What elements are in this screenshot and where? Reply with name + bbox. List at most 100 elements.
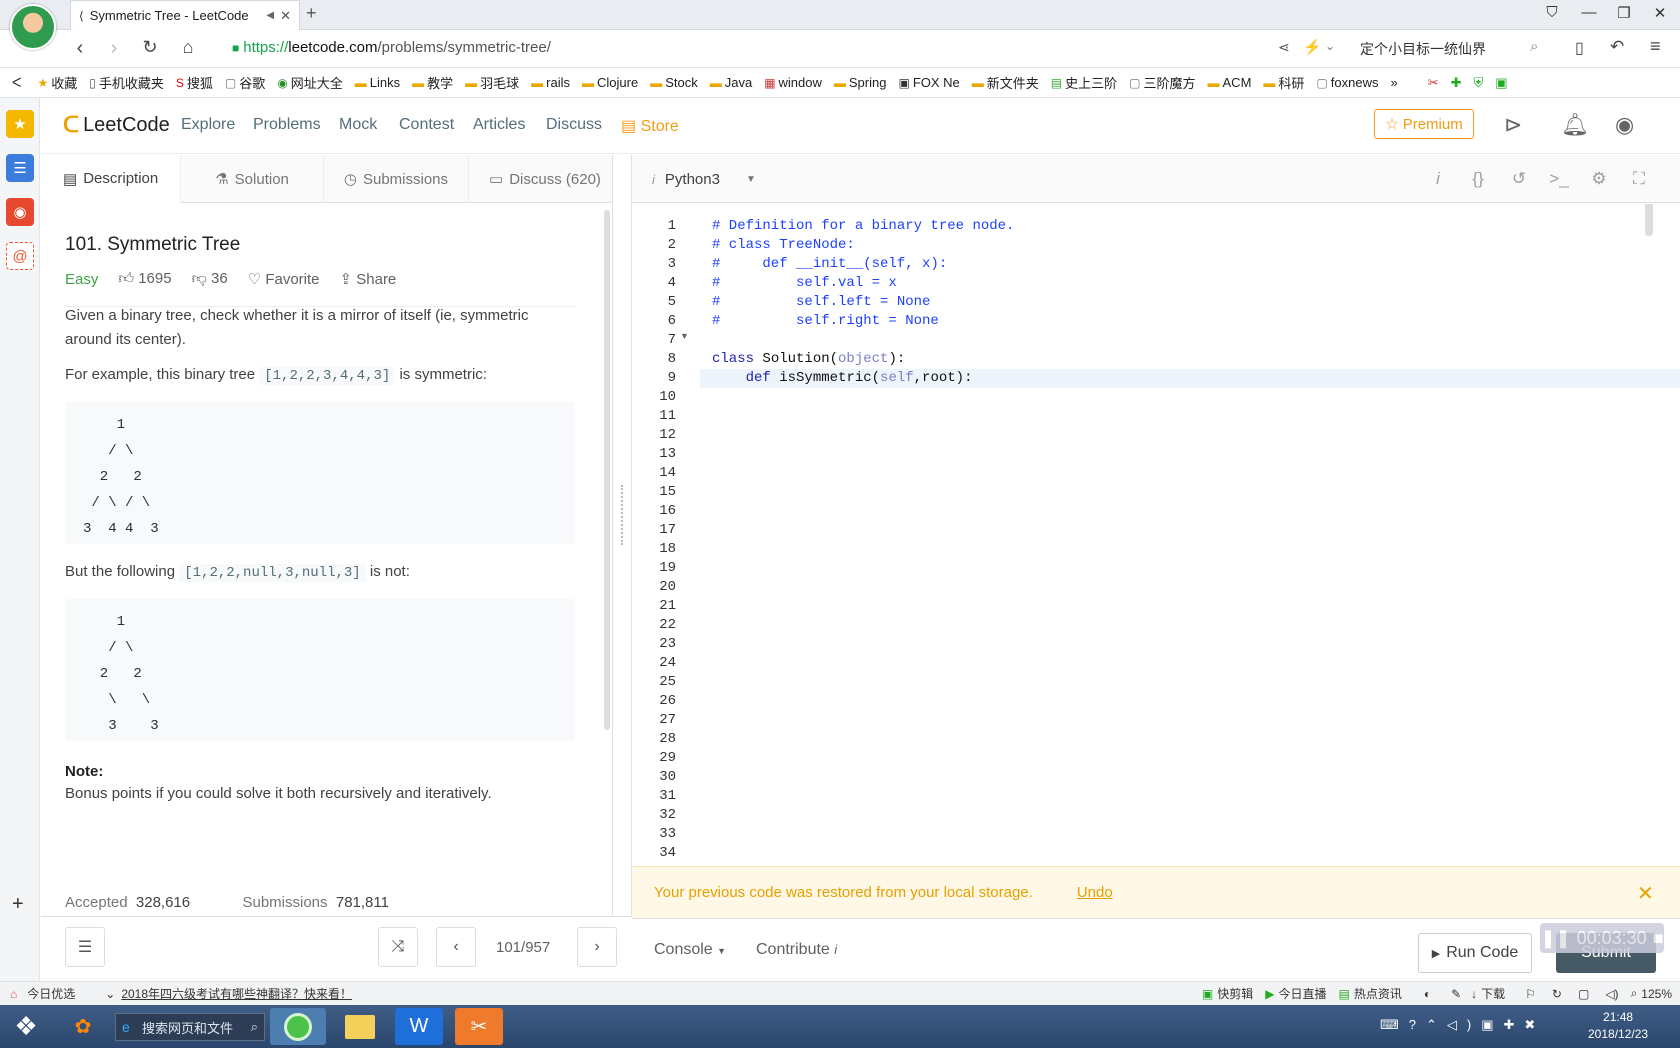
weibo-icon[interactable]: ◉ bbox=[6, 198, 34, 226]
file-explorer-icon[interactable] bbox=[332, 1008, 388, 1045]
flash-icon[interactable]: ⚡ bbox=[1303, 38, 1322, 56]
editor-info-icon[interactable]: i bbox=[1427, 169, 1449, 189]
notification-bell-icon[interactable]: 🔔︎ bbox=[1561, 112, 1589, 138]
pin-icon[interactable]: ✎ bbox=[1451, 987, 1461, 1001]
premium-button[interactable]: ☆ Premium bbox=[1374, 109, 1474, 139]
language-select[interactable]: i Python3 ▼ bbox=[640, 155, 770, 203]
dropdown-icon[interactable]: ⌄ bbox=[1325, 39, 1335, 53]
bookmark-item[interactable]: ▬ Stock bbox=[650, 75, 698, 90]
status-item[interactable]: 今日直播 bbox=[1278, 985, 1326, 1002]
bookmark-item[interactable]: ◉ 网址大全 bbox=[277, 73, 343, 92]
problem-list-button[interactable]: ☰ bbox=[65, 927, 105, 967]
run-code-button[interactable]: ▶ Run Code bbox=[1418, 933, 1532, 973]
bookmark-item[interactable]: ▬ Clojure bbox=[582, 75, 638, 90]
status-item[interactable]: 热点资讯 bbox=[1354, 985, 1402, 1002]
code-line[interactable]: def isSymmetric(self,root): bbox=[712, 369, 1014, 388]
menu-icon[interactable]: ≡ bbox=[1650, 36, 1661, 57]
url-field[interactable]: ■ https://leetcode.com/problems/symmetric… bbox=[232, 39, 551, 56]
search-box[interactable]: 定个小目标一统仙界 bbox=[1360, 39, 1486, 59]
dislike-button[interactable]: 👎︎ 36 bbox=[192, 270, 228, 288]
reader-icon[interactable]: ☰ bbox=[6, 154, 34, 182]
bookmark-item[interactable]: ▦ window bbox=[764, 75, 822, 90]
prev-problem-button[interactable]: ‹ bbox=[436, 927, 476, 967]
code-editor[interactable]: 1 2 3 4 5 6 7 8 9 10 11 12 13 14 15 16 17 18 19 20 21 22 23 24 2… bbox=[632, 204, 1680, 866]
tab-submissions[interactable]: ◷ Submissions bbox=[324, 155, 470, 203]
bookmark-item[interactable]: ▬ Java bbox=[710, 75, 752, 90]
share-icon[interactable]: ⋖ bbox=[1278, 39, 1290, 56]
nav-discuss[interactable]: Discuss bbox=[546, 116, 602, 134]
random-problem-button[interactable]: ⤨ bbox=[378, 927, 418, 967]
browser-tab[interactable]: ⟨ Symmetric Tree - LeetCode ◀︎ ✕ bbox=[70, 0, 300, 30]
bookmark-item[interactable]: ▬ 羽毛球 bbox=[465, 73, 519, 92]
reload-icon[interactable]: ↻ bbox=[138, 37, 162, 58]
extension-icon[interactable]: ✚ bbox=[1451, 75, 1462, 91]
code-line[interactable]: # self.val = x bbox=[712, 274, 1014, 293]
tool-icon[interactable]: ✂ bbox=[455, 1008, 503, 1045]
tab-close-icon[interactable]: ✕ bbox=[280, 8, 291, 24]
nav-problems[interactable]: Problems bbox=[253, 116, 321, 134]
minimize-icon[interactable]: — bbox=[1577, 4, 1601, 21]
code-line[interactable]: # self.right = None bbox=[712, 312, 1014, 331]
shield-icon[interactable]: ⛨ bbox=[1474, 75, 1484, 91]
browser-taskbar-icon[interactable] bbox=[270, 1008, 326, 1045]
share-button[interactable]: ⇪ Share bbox=[340, 270, 397, 288]
bookmark-item[interactable]: ▬ 教学 bbox=[412, 73, 453, 92]
today-picks[interactable]: 今日优选 bbox=[27, 985, 75, 1002]
nav-explore[interactable]: Explore bbox=[181, 116, 235, 134]
window-icon[interactable]: ⚐ bbox=[1525, 987, 1536, 1001]
nav-contest[interactable]: Contest bbox=[399, 116, 454, 134]
restore-icon[interactable]: ❐ bbox=[1612, 4, 1636, 22]
search-icon[interactable]: ⌕ bbox=[1530, 38, 1538, 55]
bookmark-item[interactable]: ▬ 新文件夹 bbox=[972, 73, 1039, 92]
app-icon[interactable]: ✿ bbox=[58, 1008, 108, 1045]
code-line[interactable]: # class TreeNode: bbox=[712, 236, 1014, 255]
like-button[interactable]: 👍︎ 1695 bbox=[118, 270, 171, 288]
pane-splitter[interactable] bbox=[612, 155, 632, 915]
bookmark-item[interactable]: ★ 收藏 bbox=[37, 73, 77, 92]
console-toggle[interactable]: Console ▼ bbox=[654, 941, 726, 959]
drag-handle-icon[interactable] bbox=[621, 485, 623, 545]
description-scrollbar[interactable] bbox=[604, 210, 610, 730]
contribute-button[interactable]: Contribute i bbox=[756, 941, 837, 959]
tab-discuss[interactable]: ▭ Discuss (620) bbox=[469, 155, 621, 203]
settings-gear-icon[interactable]: ⚙ bbox=[1588, 169, 1610, 189]
fold-arrow-icon[interactable]: ▼ bbox=[680, 331, 689, 341]
more-bookmarks-icon[interactable]: » bbox=[1390, 75, 1397, 90]
tab-solution[interactable]: ⚗ Solution bbox=[181, 155, 324, 203]
bookmark-item[interactable]: ▢ 三阶魔方 bbox=[1129, 73, 1195, 92]
bookmark-item[interactable]: ▢ foxnews bbox=[1316, 75, 1378, 90]
word-icon[interactable]: W bbox=[395, 1008, 443, 1045]
home-icon[interactable]: ⌂ bbox=[176, 37, 200, 58]
mail-icon[interactable]: @ bbox=[6, 242, 34, 270]
next-problem-button[interactable]: › bbox=[577, 927, 617, 967]
nav-articles[interactable]: Articles bbox=[473, 116, 525, 134]
bookmark-item[interactable]: ▬ ACM bbox=[1208, 75, 1252, 90]
shirt-skin-icon[interactable]: ⛉ bbox=[1540, 4, 1564, 21]
new-tab-icon[interactable]: + bbox=[306, 3, 317, 24]
news-ticker-link[interactable]: 2018年四六级考试有哪些神翻译？快来看！ bbox=[121, 985, 352, 1002]
copy-icon[interactable]: ▢ bbox=[1578, 987, 1589, 1001]
bookmark-item[interactable]: ▢ 谷歌 bbox=[225, 73, 265, 92]
code-line[interactable]: # self.left = None bbox=[712, 293, 1014, 312]
window-close-icon[interactable]: ✕ bbox=[1648, 4, 1672, 22]
sound-icon[interactable]: ◁) bbox=[1605, 987, 1618, 1001]
undo-link[interactable]: Undo bbox=[1077, 884, 1113, 901]
code-line[interactable]: # def __init__(self, x): bbox=[712, 255, 1014, 274]
sidebar-toggle-icon[interactable]: ᐸ bbox=[12, 75, 21, 91]
bookmark-item[interactable]: ▬ Spring bbox=[834, 75, 887, 90]
bookmark-item[interactable]: ▤ 史上三阶 bbox=[1051, 73, 1117, 92]
favorite-button[interactable]: ♡ Favorite bbox=[248, 270, 320, 288]
mobile-icon[interactable]: ▯ bbox=[1575, 38, 1584, 58]
zoom-level[interactable]: 125% bbox=[1641, 987, 1672, 1001]
leetcode-logo[interactable]: ᑕ LeetCode bbox=[63, 112, 170, 138]
timer-overlay[interactable]: ❚❚ 00:03:30 ■ bbox=[1540, 923, 1664, 953]
code-line[interactable]: # Definition for a binary tree node. bbox=[712, 217, 1014, 236]
user-avatar[interactable] bbox=[10, 4, 56, 50]
taskbar-search[interactable]: e 搜索网页和文件 ⌕ bbox=[115, 1013, 265, 1041]
code-line[interactable] bbox=[712, 331, 1014, 350]
bookmark-item[interactable]: ▯ 手机收藏夹 bbox=[89, 73, 164, 92]
scissors-icon[interactable]: ✂ bbox=[1428, 75, 1439, 91]
download-button[interactable]: 下载 bbox=[1481, 985, 1505, 1002]
chevron-down-icon[interactable]: ⌄ bbox=[105, 987, 115, 1001]
bookmark-item[interactable]: ▬ Links bbox=[355, 75, 400, 90]
